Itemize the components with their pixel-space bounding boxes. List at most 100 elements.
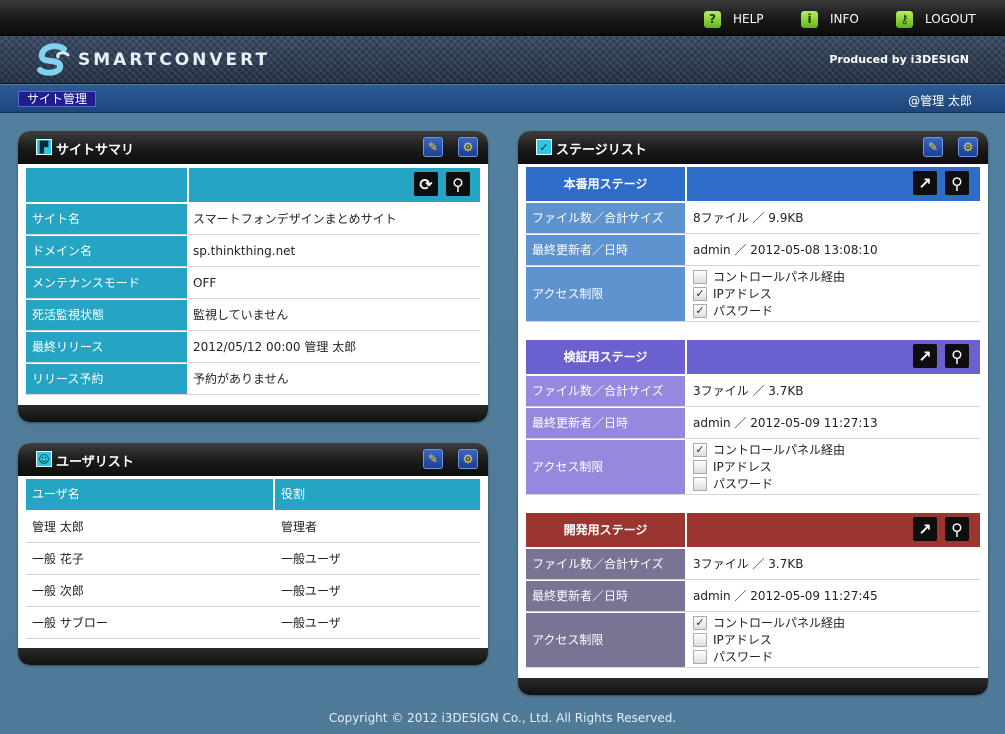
search-button[interactable]: ⚲ [945,517,969,541]
access-label: アクセス制限 [526,613,685,667]
table-row: メンテナンスモード OFF [26,267,480,299]
access-option[interactable]: ✓ パスワード [693,302,845,319]
access-option[interactable]: ✓ IPアドレス [693,285,845,302]
breadcrumb-current[interactable]: サイト管理 [18,91,97,107]
files-value: 3ファイル ／ 3.7KB [693,557,804,571]
user-role: 一般ユーザ [281,552,341,566]
files-label: ファイル数／合計サイズ [526,549,685,579]
panel-footer [18,405,488,422]
access-label: アクセス制限 [526,440,685,494]
column-header-role: 役割 [275,479,480,510]
table-row: 死活監視状態 監視していません [26,299,480,331]
access-option[interactable]: IPアドレス [693,631,845,648]
updated-value: admin ／ 2012-05-09 11:27:45 [693,589,878,603]
edit-button[interactable]: ✎ [423,137,443,157]
checkbox-unchecked[interactable] [693,476,707,491]
checkbox-checked[interactable]: ✓ [693,615,707,630]
stage-table-development: ファイル数／合計サイズ 3ファイル ／ 3.7KB 最終更新者／日時 admin… [526,548,980,668]
settings-button[interactable]: ⚙ [958,137,978,157]
panel-footer [18,648,488,665]
info-icon: i [801,10,818,28]
gear-icon: ⚙ [462,452,474,466]
checkbox-unchecked[interactable] [693,649,707,664]
access-option[interactable]: コントロールパネル経由 [693,268,845,285]
user-list-header: ☺ ユーザリスト ✎ ⚙ [18,443,488,476]
logout-link[interactable]: ⚷ LOGOUT [896,10,976,28]
stage-action-bar: ↗ ⚲ [687,513,980,547]
user-icon: ☺ [36,451,52,467]
checkbox-unchecked[interactable] [693,269,707,284]
breadcrumb: サイト管理 @管理 太郎 [0,85,1005,113]
user-role: 一般ユーザ [281,584,341,598]
access-options: コントロールパネル経由 ✓ IPアドレス ✓ パスワード [693,268,845,319]
user-list-table: 管理 太郎 管理者 一般 花子 一般ユーザ 一般 次郎 一般ユーザ 一般 サブロ… [26,511,480,639]
stage-header-verification: 検証用ステージ ↗ ⚲ [526,340,980,374]
flag-icon: ▛ [36,139,52,155]
option-label: IPアドレス [713,633,772,647]
search-icon: ⚲ [951,519,963,539]
action-row-value-cell: ⟳ ⚲ [189,168,480,202]
search-button[interactable]: ⚲ [945,171,969,195]
settings-button[interactable]: ⚙ [458,137,478,157]
edit-icon: ✎ [427,140,439,154]
action-row-label-cell [26,168,187,202]
edit-icon: ✎ [927,140,939,154]
stage-action-bar: ↗ ⚲ [687,340,980,374]
checkbox-checked[interactable]: ✓ [693,286,707,301]
external-link-icon: ↗ [918,519,932,539]
checkbox-unchecked[interactable] [693,632,707,647]
current-user: @管理 太郎 [908,94,972,108]
access-option[interactable]: ✓ コントロールパネル経由 [693,614,845,631]
stage-header-production: 本番用ステージ ↗ ⚲ [526,167,980,201]
updated-value: admin ／ 2012-05-08 13:08:10 [693,243,878,257]
table-row: ファイル数／合計サイズ 3ファイル ／ 3.7KB [526,548,980,580]
help-link[interactable]: ? HELP [704,10,764,28]
stage-table-production: ファイル数／合計サイズ 8ファイル ／ 9.9KB 最終更新者／日時 admin… [526,202,980,322]
table-row[interactable]: 管理 太郎 管理者 [26,511,480,543]
info-link[interactable]: i INFO [801,10,859,28]
user-list-column-headers: ユーザ名 役割 [26,479,480,511]
checkbox-checked[interactable]: ✓ [693,303,707,318]
external-link-icon: ↗ [918,346,932,366]
access-option[interactable]: パスワード [693,648,845,665]
search-button[interactable]: ⚲ [945,344,969,368]
search-button[interactable]: ⚲ [446,172,470,196]
option-label: コントロールパネル経由 [713,270,846,284]
edit-button[interactable]: ✎ [923,137,943,157]
checkbox-unchecked[interactable] [693,459,707,474]
logo-text: SMARTCONVERT [78,50,271,70]
site-summary-table: サイト名 スマートフォンデザインまとめサイト ドメイン名 sp.thinkthi… [26,203,480,395]
column-header-username: ユーザ名 [26,479,273,510]
updated-label: 最終更新者／日時 [526,408,685,438]
edit-button[interactable]: ✎ [423,449,443,469]
open-external-button[interactable]: ↗ [913,171,937,195]
stage-table-verification: ファイル数／合計サイズ 3ファイル ／ 3.7KB 最終更新者／日時 admin… [526,375,980,495]
search-icon: ⚲ [951,173,963,193]
row-label: リリース予約 [26,364,187,394]
checkbox-checked[interactable]: ✓ [693,442,707,457]
user-name: 管理 太郎 [32,520,84,534]
open-external-button[interactable]: ↗ [913,344,937,368]
refresh-button[interactable]: ⟳ [414,172,438,196]
check-icon: ✓ [536,139,552,155]
files-label: ファイル数／合計サイズ [526,203,685,233]
logo[interactable]: SMARTCONVERT [36,43,270,77]
external-link-icon: ↗ [918,173,932,193]
panel-footer [518,678,988,695]
table-row[interactable]: 一般 次郎 一般ユーザ [26,575,480,607]
edit-icon: ✎ [427,452,439,466]
table-row[interactable]: 一般 花子 一般ユーザ [26,543,480,575]
access-option[interactable]: パスワード [693,475,845,492]
gear-icon: ⚙ [962,140,974,154]
gear-icon: ⚙ [462,140,474,154]
open-external-button[interactable]: ↗ [913,517,937,541]
updated-label: 最終更新者／日時 [526,235,685,265]
settings-button[interactable]: ⚙ [458,449,478,469]
access-option[interactable]: IPアドレス [693,458,845,475]
table-row[interactable]: 一般 サブロー 一般ユーザ [26,607,480,639]
table-row: サイト名 スマートフォンデザインまとめサイト [26,203,480,235]
access-option[interactable]: ✓ コントロールパネル経由 [693,441,845,458]
site-summary-title: サイトサマリ [56,143,135,158]
user-list-title: ユーザリスト [56,455,134,470]
files-value: 3ファイル ／ 3.7KB [693,384,804,398]
